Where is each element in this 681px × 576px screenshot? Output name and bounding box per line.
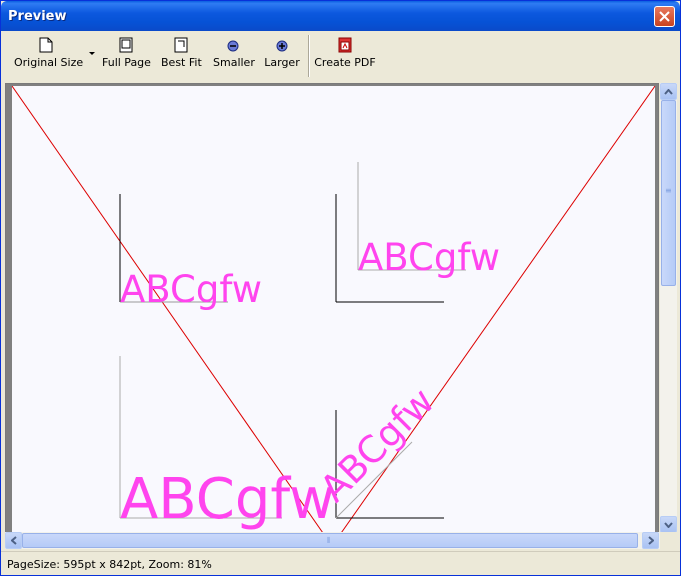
full-page-icon: [119, 37, 133, 53]
scroll-down-button[interactable]: [660, 516, 677, 533]
create-pdf-button[interactable]: Create PDF: [314, 37, 376, 73]
best-fit-button[interactable]: Best Fit: [161, 37, 202, 73]
grip-icon: ≡: [665, 186, 672, 195]
sample-text-1: ABCgfw: [120, 268, 262, 311]
preview-viewport[interactable]: ABCgfw ABCgfw ABCgfw ABCgfw: [5, 83, 659, 533]
chevron-left-icon: [10, 536, 17, 545]
chevron-down-icon: [664, 521, 673, 528]
scroll-right-button[interactable]: [642, 532, 659, 549]
vertical-scroll-thumb[interactable]: ≡: [661, 100, 676, 286]
larger-button[interactable]: Larger: [263, 37, 301, 73]
zoom-in-icon: [276, 40, 288, 52]
preview-page: ABCgfw ABCgfw ABCgfw ABCgfw: [12, 86, 655, 532]
smaller-button[interactable]: Smaller: [213, 37, 255, 73]
status-bar: PageSize: 595pt x 842pt, Zoom: 81%: [1, 551, 680, 575]
pdf-icon: [338, 37, 352, 53]
chevron-right-icon: [647, 536, 654, 545]
best-fit-icon: [174, 37, 188, 53]
page-icon: [39, 37, 53, 53]
full-page-label: Full Page: [102, 56, 151, 69]
zoom-out-icon: [227, 40, 239, 52]
horizontal-scroll-thumb[interactable]: ⦀: [22, 533, 638, 548]
horizontal-scrollbar[interactable]: ⦀: [5, 532, 660, 549]
close-button[interactable]: [654, 6, 675, 27]
larger-label: Larger: [264, 56, 300, 69]
chevron-up-icon: [664, 88, 673, 95]
sample-text-4: ABCgfw: [312, 380, 443, 511]
close-icon: [659, 11, 670, 22]
scroll-left-button[interactable]: [5, 532, 22, 549]
title-bar[interactable]: Preview: [1, 1, 680, 31]
chevron-down-icon[interactable]: [88, 51, 96, 57]
create-pdf-label: Create PDF: [314, 56, 376, 69]
status-text: PageSize: 595pt x 842pt, Zoom: 81%: [7, 558, 212, 571]
sample-text-3: ABCgfw: [120, 467, 335, 532]
vertical-scrollbar[interactable]: ≡: [660, 83, 677, 533]
toolbar: Original Size Full Page Best Fit Smaller…: [4, 31, 677, 81]
best-fit-label: Best Fit: [161, 56, 202, 69]
scroll-up-button[interactable]: [660, 83, 677, 100]
toolbar-separator: [308, 35, 310, 77]
grip-icon: ⦀: [327, 536, 331, 545]
scroll-corner: [660, 532, 677, 549]
sample-text-2: ABCgfw: [358, 236, 500, 279]
original-size-label: Original Size: [14, 56, 84, 69]
window-title: Preview: [8, 9, 67, 24]
original-size-button[interactable]: Original Size: [14, 37, 83, 73]
preview-window: Preview Original Size Full Page Best Fit…: [0, 0, 681, 576]
full-page-button[interactable]: Full Page: [102, 37, 151, 73]
page-drawing: ABCgfw ABCgfw ABCgfw ABCgfw: [12, 86, 655, 532]
smaller-label: Smaller: [213, 56, 255, 69]
